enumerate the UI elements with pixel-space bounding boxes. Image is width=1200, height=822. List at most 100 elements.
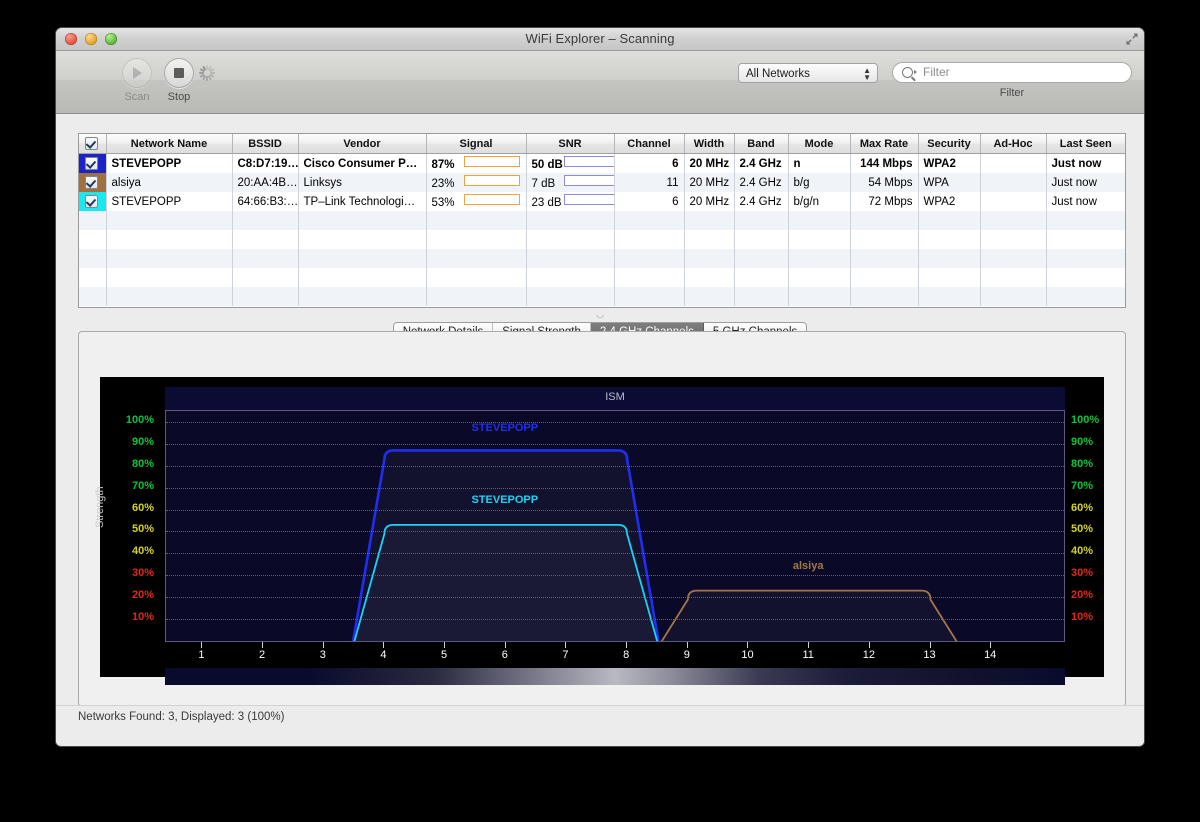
network-filter-select[interactable]: All Networks ▲ ▼ [738, 63, 878, 83]
network-color-swatch [79, 192, 105, 211]
table-empty-row [79, 287, 1125, 306]
x-tick-label: 5 [441, 649, 448, 661]
column-header-mode[interactable]: Mode [788, 134, 851, 154]
cell-vendor: TP–Link Technologi… [298, 192, 427, 211]
snr-value: 23 dB [531, 197, 562, 209]
y-tick-left: 90% [131, 435, 154, 448]
column-header-last-seen[interactable]: Last Seen [1046, 134, 1125, 154]
column-header-max-rate[interactable]: Max Rate [850, 134, 919, 154]
column-header-channel[interactable]: Channel [614, 134, 685, 154]
table-empty-row [79, 268, 1125, 287]
cell-snr: 23 dB [526, 192, 615, 211]
column-header-width[interactable]: Width [684, 134, 735, 154]
snr-bar [563, 175, 613, 186]
cell-width: 20 MHz [684, 192, 735, 211]
cell-channel: 6 [614, 192, 685, 211]
cell-signal: 23% [426, 173, 527, 192]
x-tick-label: 10 [741, 649, 754, 661]
cell-security: WPA2 [918, 153, 981, 173]
table-row[interactable]: alsiya 20:AA:4B… Linksys 23% 7 dB 11 20 MHz 2.4… [79, 173, 1125, 192]
gridline [166, 597, 1064, 599]
cell-width: 20 MHz [684, 153, 735, 173]
stop-square-icon [164, 58, 194, 88]
y-tick-right: 100% [1071, 413, 1100, 426]
y-tick-left: 80% [131, 457, 154, 470]
signal-bar [463, 156, 520, 167]
row-select-checkbox[interactable] [79, 153, 107, 173]
x-tick-label: 11 [802, 649, 814, 661]
channels-chart[interactable]: ISM Strength 100% 90% 80% 70% 60% 50% 40% 30% 20… [94, 377, 1104, 685]
search-input[interactable]: Filter [892, 62, 1132, 83]
y-tick-right: 10% [1071, 611, 1094, 624]
cell-mode: b/g [788, 173, 851, 192]
x-tick-label: 4 [380, 649, 387, 661]
snr-value: 50 dB [531, 159, 563, 171]
x-tick-label: 2 [259, 649, 266, 661]
cell-network-name: alsiya [106, 173, 233, 192]
column-header-network-name[interactable]: Network Name [106, 134, 233, 154]
cell-width: 20 MHz [684, 173, 735, 192]
curve-label: STEVEPOPP [471, 421, 539, 434]
column-header-adhoc[interactable]: Ad-Hoc [980, 134, 1047, 154]
cell-network-name: STEVEPOPP [106, 153, 233, 173]
toolbar: Scan Stop All Networks ▲ ▼ Filter Filter [56, 51, 1144, 114]
cell-security: WPA2 [918, 192, 981, 211]
column-header-vendor[interactable]: Vendor [298, 134, 427, 154]
gridline [166, 487, 1064, 489]
cell-max-rate: 144 Mbps [850, 153, 919, 173]
tab-panel-24ghz-channels: ISM Strength 100% 90% 80% 70% 60% 50% 40% 30% 20… [78, 331, 1126, 707]
gridline [166, 575, 1064, 577]
cell-band: 2.4 GHz [734, 192, 789, 211]
cell-snr: 7 dB [526, 173, 615, 192]
column-header-band[interactable]: Band [734, 134, 789, 154]
x-tick [504, 642, 506, 648]
x-axis: 1 2 3 4 5 6 7 8 9 10 11 12 13 14 [165, 642, 1065, 664]
cell-mode: b/g/n [788, 192, 851, 211]
app-window: WiFi Explorer – Scanning Scan Stop All N… [56, 28, 1144, 746]
status-bar: Networks Found: 3, Displayed: 3 (100%) [56, 705, 1144, 746]
search-magnifier-icon [902, 67, 913, 78]
x-tick [990, 642, 992, 648]
curve-label: STEVEPOPP [471, 494, 539, 506]
cell-channel: 6 [614, 153, 685, 173]
table-row[interactable]: STEVEPOPP 64:66:B3:… TP–Link Technologi… 53… [79, 192, 1125, 211]
column-header-signal[interactable]: Signal [426, 134, 527, 154]
snr-bar [563, 194, 613, 205]
y-tick-right: 50% [1071, 523, 1094, 536]
splitter-handle[interactable]: ◡ [56, 309, 1144, 320]
cell-channel: 11 [614, 173, 685, 192]
cell-bssid: C8:D7:19… [232, 153, 299, 173]
cell-band: 2.4 GHz [734, 153, 789, 173]
y-tick-left: 40% [131, 545, 154, 558]
cell-vendor: Cisco Consumer P… [298, 153, 427, 173]
window-title: WiFi Explorer – Scanning [525, 31, 675, 46]
x-tick [565, 642, 567, 648]
gridline [166, 509, 1064, 511]
y-tick-right: 20% [1071, 589, 1094, 602]
cell-mode: n [788, 153, 851, 173]
networks-table[interactable]: Network Name BSSID Vendor Signal SNR Cha… [78, 133, 1126, 308]
table-row[interactable]: STEVEPOPP C8:D7:19… Cisco Consumer P… 87% 50… [79, 153, 1125, 173]
signal-curves [351, 449, 958, 641]
table-empty-row [79, 249, 1125, 268]
network-color-swatch [79, 173, 105, 192]
column-header-bssid[interactable]: BSSID [232, 134, 299, 154]
column-header-snr[interactable]: SNR [526, 134, 615, 154]
fullscreen-arrows-icon[interactable] [1124, 31, 1140, 47]
signal-value: 87% [431, 159, 455, 171]
y-tick-left: 10% [131, 611, 154, 624]
x-tick [868, 642, 870, 648]
cell-signal: 53% [426, 192, 527, 211]
table-empty-row [79, 211, 1125, 230]
gridline [166, 421, 1064, 423]
x-tick [322, 642, 324, 648]
column-header-security[interactable]: Security [918, 134, 981, 154]
x-tick-label: 7 [562, 649, 569, 661]
gridline [166, 465, 1064, 467]
x-tick [747, 642, 749, 648]
y-tick-left: 20% [131, 589, 154, 602]
row-select-checkbox[interactable] [79, 173, 107, 192]
select-all-checkbox[interactable] [79, 134, 107, 154]
row-select-checkbox[interactable] [79, 192, 107, 211]
x-tick-label: 12 [862, 649, 875, 661]
